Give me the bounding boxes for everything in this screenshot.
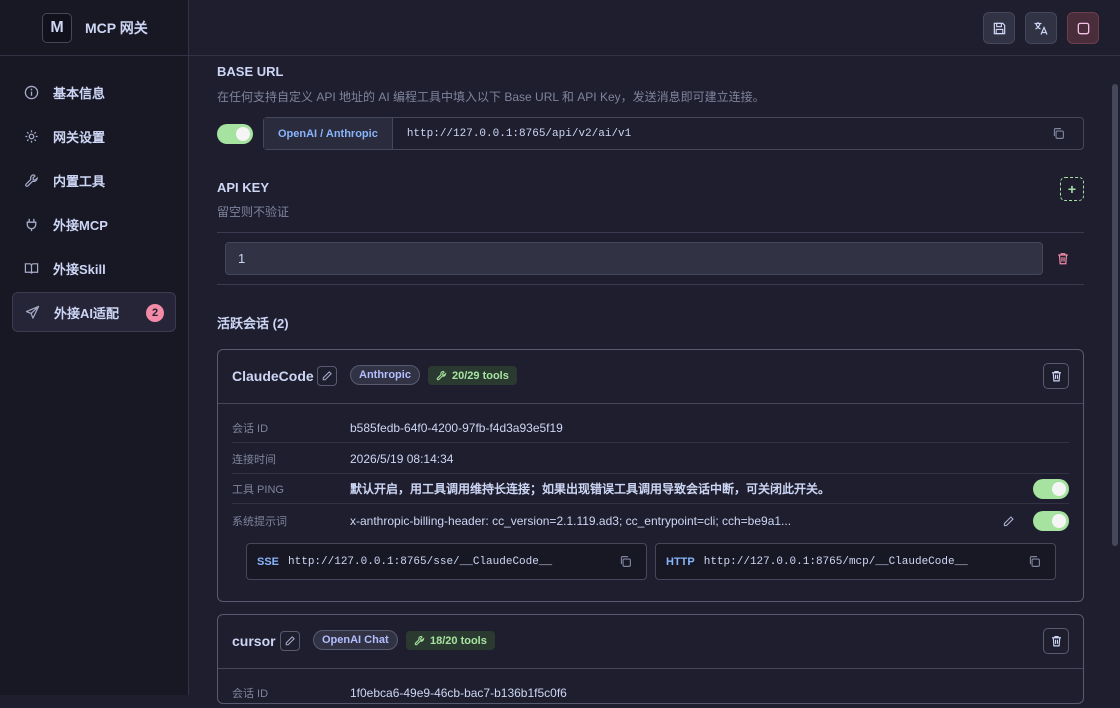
sidebar-item-label: 网关设置 [53,129,106,145]
delete-session-button[interactable] [1043,363,1069,389]
edit-name-button[interactable] [280,631,300,651]
tool-ping-row: 工具 PING 默认开启，用工具调用维持长连接；如果出现错误工具调用导致会话中断… [232,474,1069,504]
api-key-title: API KEY [217,180,270,195]
tools-count-label: 20/29 tools [452,369,509,382]
session-card-header: cursor OpenAI Chat 18/20 tools [218,615,1083,669]
sidebar-item-label: 基本信息 [53,85,106,101]
copy-icon[interactable] [1052,127,1065,140]
sse-label: SSE [257,555,280,568]
provider-tag: OpenAI / Anthropic [264,118,393,149]
tool-ping-label: 工具 PING [232,483,284,496]
session-id-value: 1f0ebca6-49e9-46cb-bac7-b136b1f5c0f6 [350,686,567,700]
app-logo: M [42,12,72,43]
system-prompt-value: x-anthropic-billing-header: cc_version=2… [350,514,792,528]
connected-time-row: 连接时间 2026/5/19 08:14:34 [232,444,1069,474]
sidebar-item-label: 外接AI适配 [54,305,120,321]
sidebar-item-gateway-settings[interactable]: 网关设置 [12,116,176,156]
tool-ping-description: 默认开启，用工具调用维持长连接；如果出现错误工具调用导致会话中断，可关闭此开关。 [350,482,831,496]
plus-icon: + [1067,181,1077,197]
sidebar-item-basic-info[interactable]: 基本信息 [12,72,176,112]
copy-icon[interactable] [1028,555,1041,568]
session-card-header: ClaudeCode Anthropic 20/29 tools [218,350,1083,404]
tools-count-label: 18/20 tools [430,634,487,647]
base-url-title: BASE URL [217,64,284,79]
sidebar-item-external-mcp[interactable]: 外接MCP [12,204,176,244]
translate-icon [1033,20,1049,36]
sidebar-nav: 基本信息 网关设置 内置工具 外接MCP 外接Skill 外接AI适配 2 [12,72,176,336]
delete-session-button[interactable] [1043,628,1069,654]
pencil-icon [284,635,296,647]
wrench-icon [414,635,425,646]
main-scrollbar[interactable] [1110,56,1120,695]
system-prompt-toggle[interactable] [1033,511,1069,531]
edit-name-button[interactable] [317,366,337,386]
pencil-icon [321,370,333,382]
session-id-label: 会话 ID [232,422,269,435]
trash-icon [1050,634,1063,648]
session-name: ClaudeCode [232,368,314,384]
active-sessions-count: (2) [272,316,289,331]
api-key-row [217,232,1084,285]
sidebar-item-external-skill[interactable]: 外接Skill [12,248,176,288]
api-key-input[interactable] [225,242,1043,275]
sse-endpoint-box: SSE http://127.0.0.1:8765/sse/__ClaudeCo… [246,543,647,580]
trash-icon [1050,369,1063,383]
sidebar-item-label: 外接Skill [53,261,106,277]
sse-url[interactable]: http://127.0.0.1:8765/sse/__ClaudeCode__ [288,556,619,568]
edit-prompt-button[interactable] [1002,515,1015,528]
send-icon [24,304,40,320]
tools-count-badge[interactable]: 20/29 tools [428,366,517,385]
session-id-value: b585fedb-64f0-4200-97fb-f4d3a93e5f19 [350,420,563,435]
save-icon [992,21,1007,36]
delete-api-key-button[interactable] [1056,251,1070,269]
wrench-icon [436,370,447,381]
add-api-key-button[interactable]: + [1060,177,1084,201]
info-icon [23,84,39,100]
language-button[interactable] [1025,12,1057,44]
http-endpoint-box: HTTP http://127.0.0.1:8765/mcp/__ClaudeC… [655,543,1056,580]
sidebar-item-label: 外接MCP [53,217,108,233]
base-url-field: OpenAI / Anthropic http://127.0.0.1:8765… [263,117,1084,150]
window-stop-button[interactable] [1067,12,1099,44]
tools-count-badge[interactable]: 18/20 tools [406,631,495,650]
sidebar-item-label: 内置工具 [53,173,106,189]
app-header: M MCP 网关 [0,0,188,56]
system-prompt-label: 系统提示词 [232,516,287,528]
sidebar-item-external-ai-adapter[interactable]: 外接AI适配 2 [12,292,176,332]
http-label: HTTP [666,555,695,568]
provider-badge: Anthropic [350,365,420,385]
active-sessions-label: 活跃会话 [217,316,270,331]
square-icon [1076,21,1091,36]
provider-badge: OpenAI Chat [313,630,398,650]
session-id-row: 会话 ID b585fedb-64f0-4200-97fb-f4d3a93e5f… [232,413,1069,443]
session-id-row: 会话 ID 1f0ebca6-49e9-46cb-bac7-b136b1f5c0… [232,678,1069,708]
app-title: MCP 网关 [85,19,148,36]
base-url-toggle[interactable] [217,124,253,144]
plug-icon [23,216,39,232]
base-url-description: 在任何支持自定义 API 地址的 AI 编程工具中填入以下 Base URL 和… [217,90,765,104]
api-key-description: 留空则不验证 [217,205,290,219]
tool-ping-toggle[interactable] [1033,478,1069,499]
connected-time-label: 连接时间 [232,453,276,466]
top-toolbar [189,0,1120,56]
save-button[interactable] [983,12,1015,44]
base-url-value[interactable]: http://127.0.0.1:8765/api/v2/ai/v1 [407,128,1052,140]
active-sessions-title: 活跃会话 (2) [217,313,289,332]
system-prompt-row: 系统提示词 x-anthropic-billing-header: cc_ver… [232,506,1069,536]
session-card: ClaudeCode Anthropic 20/29 tools 会话 ID b… [217,349,1084,602]
notification-badge: 2 [146,304,164,322]
scrollbar-thumb[interactable] [1112,84,1118,546]
http-url[interactable]: http://127.0.0.1:8765/mcp/__ClaudeCode__ [704,556,1028,568]
sidebar-item-builtin-tools[interactable]: 内置工具 [12,160,176,200]
connected-time-value: 2026/5/19 08:14:34 [350,451,454,466]
copy-icon[interactable] [619,555,632,568]
sidebar: M MCP 网关 基本信息 网关设置 内置工具 外接MCP 外接Skill 外接… [0,0,189,695]
wrench-icon [23,172,39,188]
session-name: cursor [232,633,276,649]
gear-icon [23,128,39,144]
session-id-label: 会话 ID [232,688,269,700]
session-card: cursor OpenAI Chat 18/20 tools 会话 ID 1f0… [217,614,1084,704]
book-icon [23,260,39,276]
